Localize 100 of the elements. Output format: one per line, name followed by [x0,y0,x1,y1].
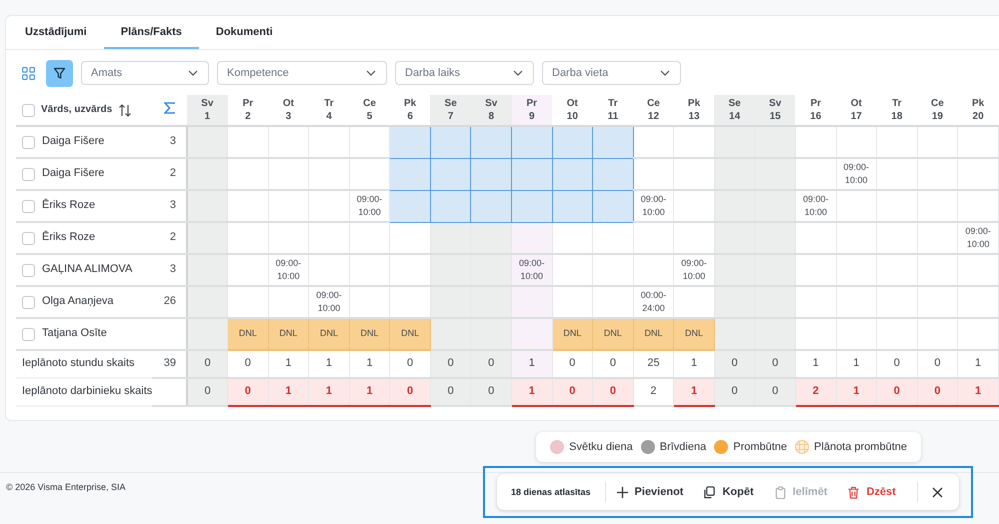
plus-icon [616,486,629,498]
schedule-cell[interactable] [430,126,471,158]
checkbox[interactable] [22,104,35,116]
absence-cell[interactable]: DNL [308,318,350,350]
absence-cell[interactable]: DNL [592,318,634,350]
action-button[interactable]: Pievienot [606,486,694,498]
day-header: Pr 2 [228,95,268,126]
schedule-cell[interactable] [512,158,552,190]
schedule-cell[interactable] [390,158,430,190]
legend-label: Plānota prombūtne [814,441,907,453]
summary-cell: 1 [836,378,877,406]
filter-button[interactable] [46,60,73,86]
action-button[interactable]: Kopēt [693,486,764,498]
employee-name: Olga Anaņjeva [42,294,114,310]
column-header[interactable]: Vārds, uzvārds [41,103,112,117]
sort-icon[interactable] [118,104,132,116]
summary-cell: 0 [430,350,471,378]
shift-cell[interactable]: 09:00- 10:00 [512,254,552,286]
absence-cell[interactable]: DNL [390,318,430,350]
summary-cell: 0 [430,378,471,406]
absence-cell[interactable]: DNL [349,318,390,350]
schedule-cell[interactable] [592,190,634,222]
schedule-cell[interactable] [390,190,430,222]
schedule-cell[interactable] [470,126,512,158]
shift-cell[interactable]: 09:00- 10:00 [958,222,998,254]
count-value: 3 [170,263,176,276]
schedule-cell[interactable] [512,126,552,158]
shift-cell[interactable]: 09:00- 10:00 [349,190,390,222]
summary-cell: 0 [754,350,796,378]
checkbox[interactable] [22,232,35,244]
dropdown[interactable]: Darba laiks [395,61,534,85]
employee-name: Ēriks Roze [42,198,96,214]
sum-icon [164,102,175,114]
summary-cell: 1 [674,350,714,378]
schedule-cell[interactable] [470,158,512,190]
summary-cell: 1 [674,378,714,406]
checkbox[interactable] [22,200,35,212]
summary-cell: 0 [754,378,796,406]
summary-cell: 1 [349,378,390,406]
schedule-cell[interactable] [552,158,593,190]
summary-cell: 0 [876,378,918,406]
summary-cell: 0 [390,350,430,378]
summary-cell: 0 [592,350,634,378]
summary-cell: 1 [958,378,998,406]
summary-cell: 1 [836,350,877,378]
shift-cell[interactable]: 09:00- 10:00 [633,190,674,222]
schedule-cell[interactable] [552,126,593,158]
absence-cell[interactable]: DNL [674,318,714,350]
absence-cell[interactable]: DNL [228,318,268,350]
summary-cell: 0 [917,350,958,378]
legend-label: Prombūtne [733,441,788,453]
schedule-cell[interactable] [592,158,634,190]
action-button[interactable]: Dzēst [837,486,906,498]
employee-name: Daiga Fišere [42,134,104,150]
tab[interactable]: Uzstādījumi [8,16,104,49]
absence-cell[interactable]: DNL [633,318,674,350]
employee-name: Daiga Fišere [42,166,104,182]
checkbox[interactable] [22,264,35,276]
shift-cell[interactable]: 00:00- 24:00 [633,286,674,318]
dropdown[interactable]: Darba vieta [542,61,681,85]
dropdown[interactable]: Kompetence [217,61,387,85]
summary-cell: 0 [714,350,755,378]
summary-label: Ieplānoto darbinieku skaits [22,385,152,398]
checkbox[interactable] [22,296,35,308]
tab[interactable]: Dokumenti [198,16,290,49]
legend-label: Svētku diena [569,441,633,453]
checkbox[interactable] [22,328,35,340]
day-header: Se 7 [430,95,471,126]
summary-cell: 0 [187,350,228,378]
shift-cell[interactable]: 09:00- 10:00 [836,158,877,190]
clipboard-icon [774,486,787,498]
summary-cell: 0 [592,378,634,406]
schedule-cell[interactable] [390,126,430,158]
summary-cell: 1 [512,378,552,406]
summary-cell: 1 [308,378,350,406]
absence-cell[interactable]: DNL [268,318,309,350]
absence-cell[interactable]: DNL [552,318,593,350]
count-value: 2 [170,167,176,180]
tab[interactable]: Plāns/Fakts [104,16,199,49]
checkbox[interactable] [22,168,35,180]
summary-cell: 2 [633,378,674,406]
shift-cell[interactable]: 09:00- 10:00 [795,190,836,222]
grid-icon[interactable] [22,66,35,80]
schedule-cell[interactable] [552,190,593,222]
schedule-cell[interactable] [470,190,512,222]
schedule-cell[interactable] [430,190,471,222]
schedule-cell[interactable] [430,158,471,190]
shift-cell[interactable]: 09:00- 10:00 [268,254,309,286]
summary-cell: 1 [308,350,350,378]
shift-cell[interactable]: 09:00- 10:00 [674,254,714,286]
dropdown[interactable]: Amats [81,61,209,85]
total-value: 39 [164,357,176,370]
count-value: 3 [170,135,176,148]
schedule-cell[interactable] [512,190,552,222]
day-header: Sv 8 [470,95,512,126]
employee-name: Tatjana Osīte [42,326,107,342]
schedule-cell[interactable] [592,126,634,158]
shift-cell[interactable]: 09:00- 10:00 [308,286,350,318]
checkbox[interactable] [22,136,35,148]
copy-icon [703,486,716,498]
